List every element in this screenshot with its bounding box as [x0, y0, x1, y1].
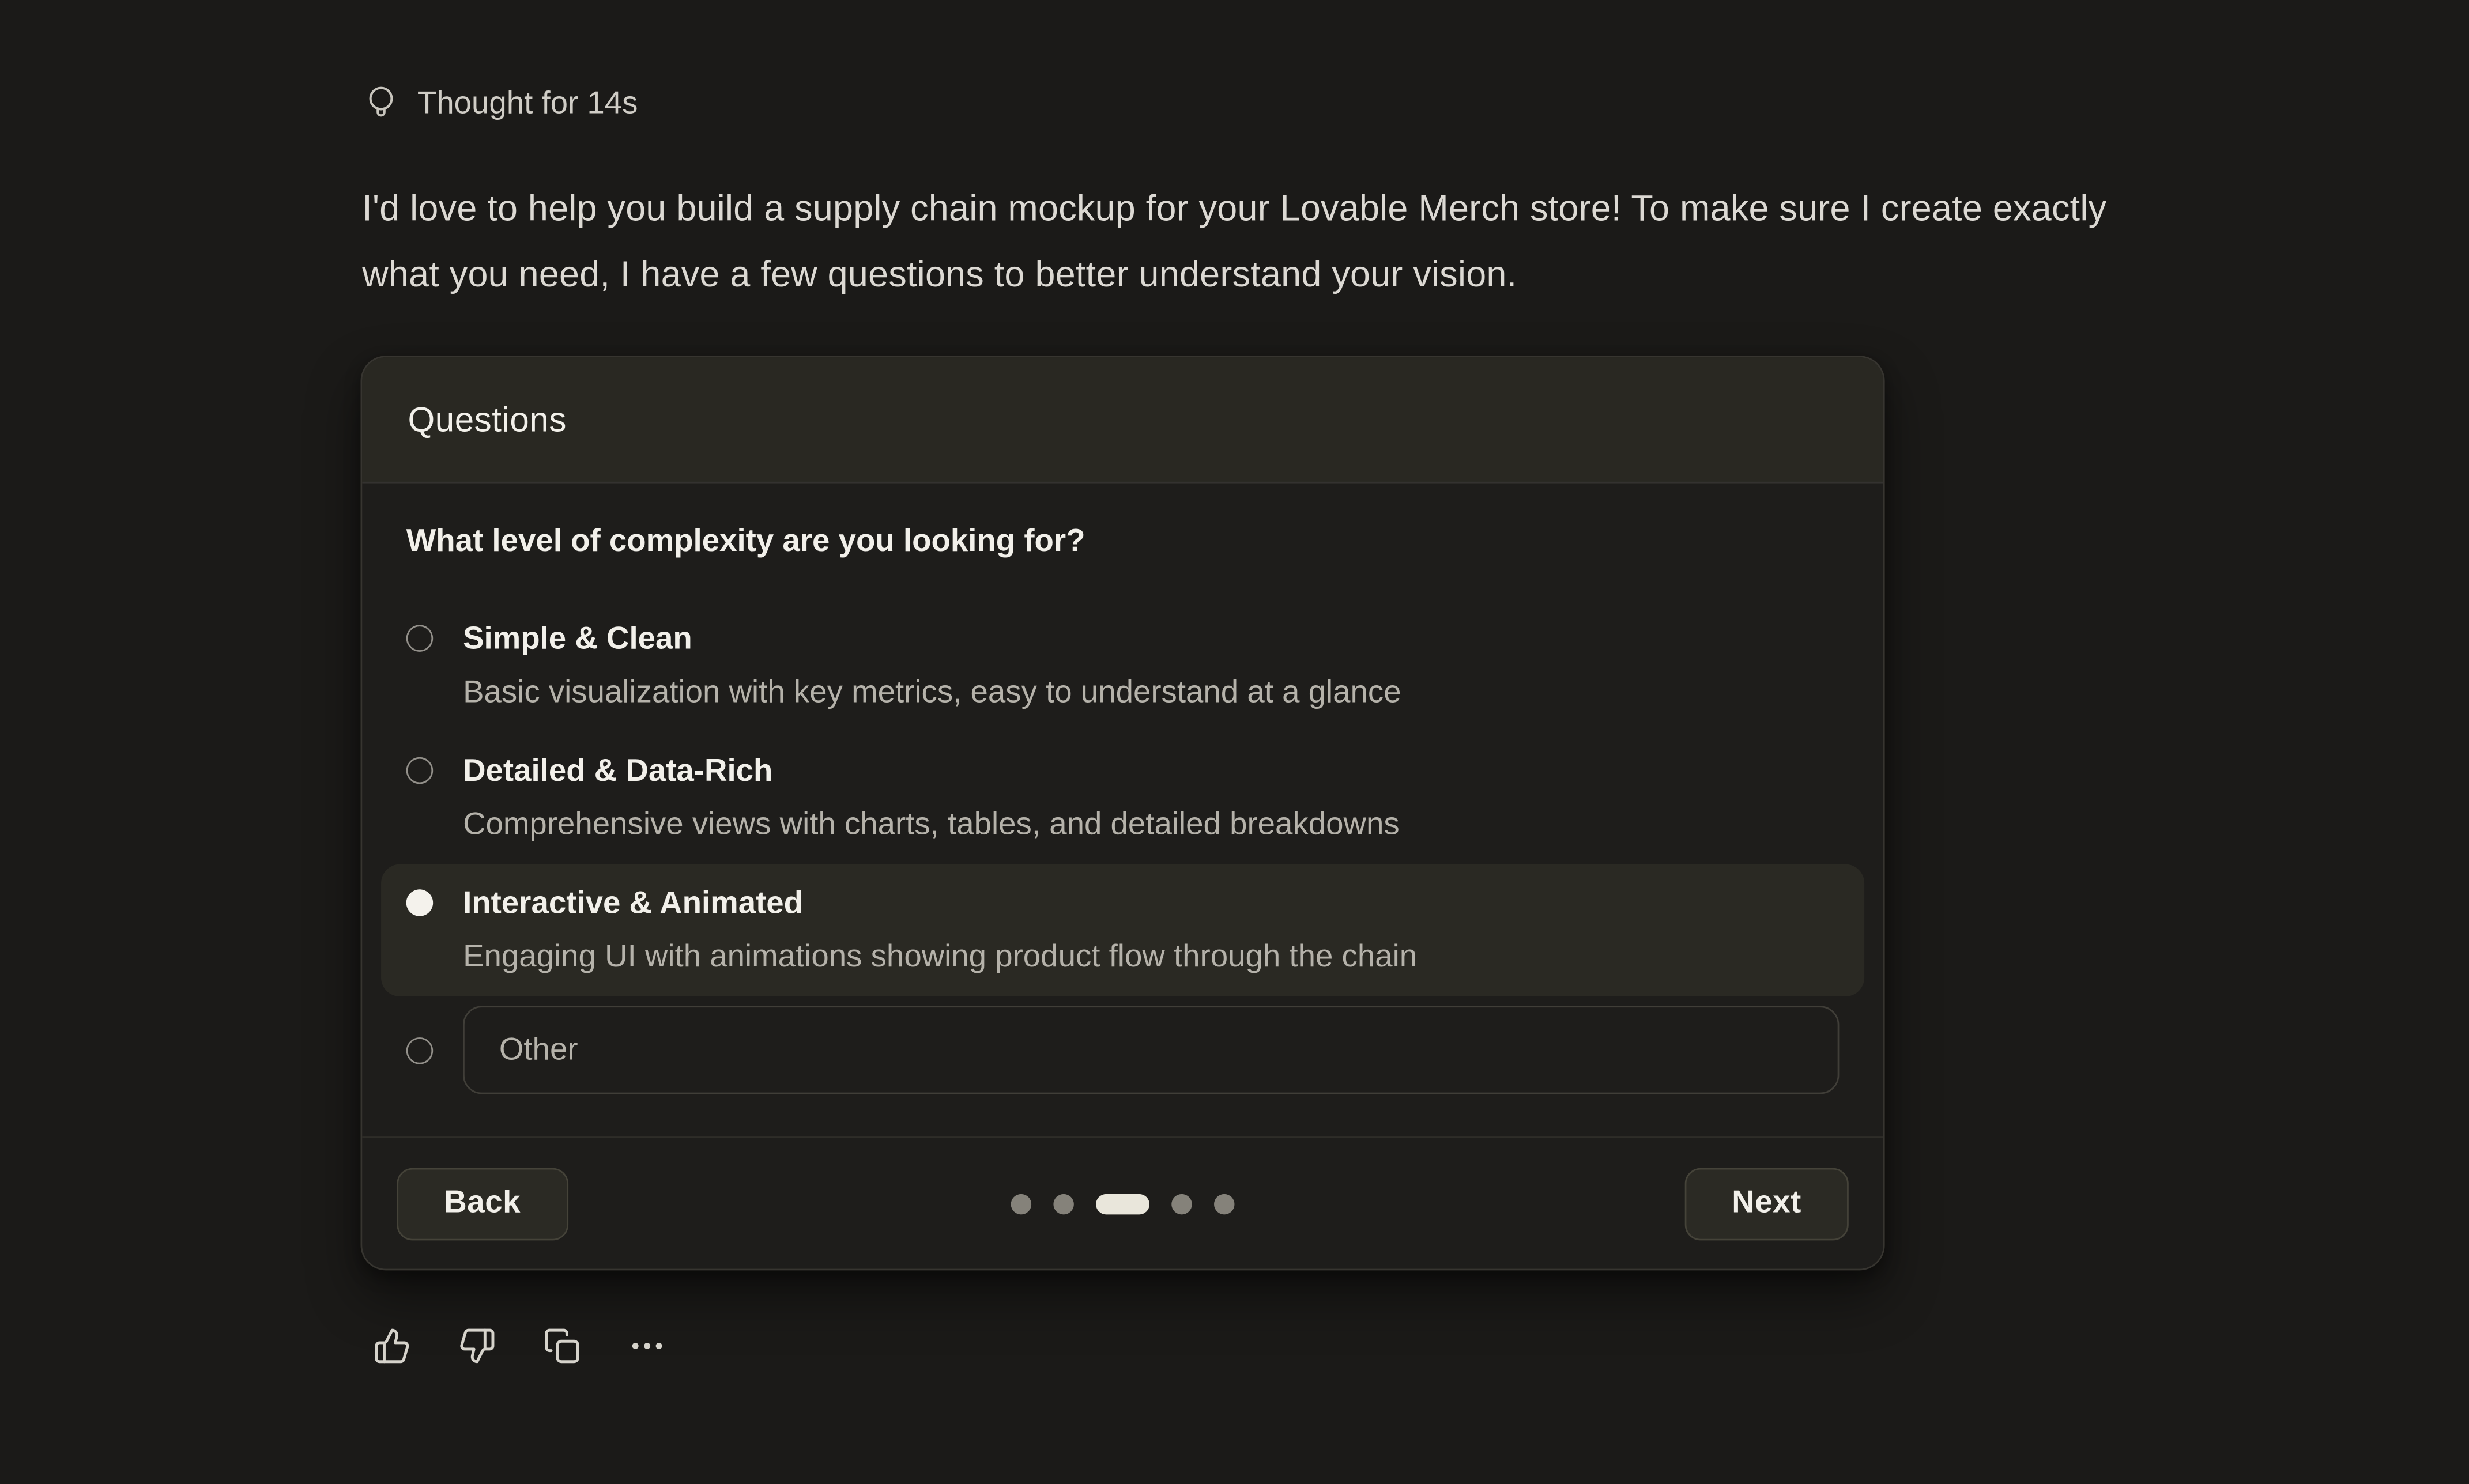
back-button[interactable]: Back — [397, 1167, 568, 1240]
option-label: Interactive & Animated — [463, 883, 1839, 924]
copy-button[interactable] — [543, 1327, 581, 1365]
pagination-dot — [1214, 1193, 1235, 1214]
option-simple-clean[interactable]: Simple & Clean Basic visualization with … — [381, 600, 1864, 732]
pagination-dot-active — [1096, 1193, 1149, 1214]
radio-unselected-icon — [406, 625, 433, 651]
option-description: Basic visualization with key metrics, ea… — [463, 672, 1839, 713]
radio-unselected-icon — [406, 757, 433, 784]
more-options-button[interactable] — [628, 1327, 666, 1365]
thumbs-up-button[interactable] — [373, 1327, 411, 1365]
radio-selected-icon — [406, 889, 433, 916]
pagination-dot — [1053, 1193, 1074, 1214]
questions-card: Questions What level of complexity are y… — [361, 356, 1885, 1270]
message-actions — [373, 1327, 666, 1365]
thinking-label: Thought for 14s — [417, 85, 638, 123]
questions-card-footer: Back Next — [362, 1136, 1883, 1268]
pagination-dots — [1011, 1193, 1235, 1214]
thumbs-up-icon — [373, 1327, 411, 1365]
radio-unselected-icon — [406, 1037, 433, 1063]
pagination-dot — [1171, 1193, 1192, 1214]
pagination-dot — [1011, 1193, 1032, 1214]
lightbulb-icon — [367, 85, 395, 123]
option-interactive-animated[interactable]: Interactive & Animated Engaging UI with … — [381, 864, 1864, 996]
thumbs-down-icon — [458, 1327, 496, 1365]
options-list: Simple & Clean Basic visualization with … — [381, 600, 1864, 1094]
option-detailed-data-rich[interactable]: Detailed & Data-Rich Comprehensive views… — [381, 732, 1864, 864]
card-title: Questions — [408, 399, 566, 440]
option-other[interactable] — [381, 996, 1864, 1094]
option-description: Comprehensive views with charts, tables,… — [463, 805, 1839, 845]
questions-card-header: Questions — [362, 357, 1883, 484]
option-description: Engaging UI with animations showing prod… — [463, 937, 1839, 977]
assistant-message-region: Thought for 14s I'd love to help you bui… — [0, 0, 2469, 1484]
questions-card-body: What level of complexity are you looking… — [362, 484, 1883, 1137]
thinking-summary[interactable]: Thought for 14s — [367, 85, 638, 123]
question-text: What level of complexity are you looking… — [406, 521, 1840, 562]
copy-icon — [543, 1327, 581, 1365]
option-label: Simple & Clean — [463, 618, 1839, 659]
option-label: Detailed & Data-Rich — [463, 751, 1839, 792]
assistant-message-text: I'd love to help you build a supply chai… — [362, 175, 2133, 307]
next-button[interactable]: Next — [1684, 1167, 1849, 1240]
more-options-icon — [628, 1327, 666, 1365]
other-input[interactable] — [463, 1006, 1839, 1094]
thumbs-down-button[interactable] — [458, 1327, 496, 1365]
